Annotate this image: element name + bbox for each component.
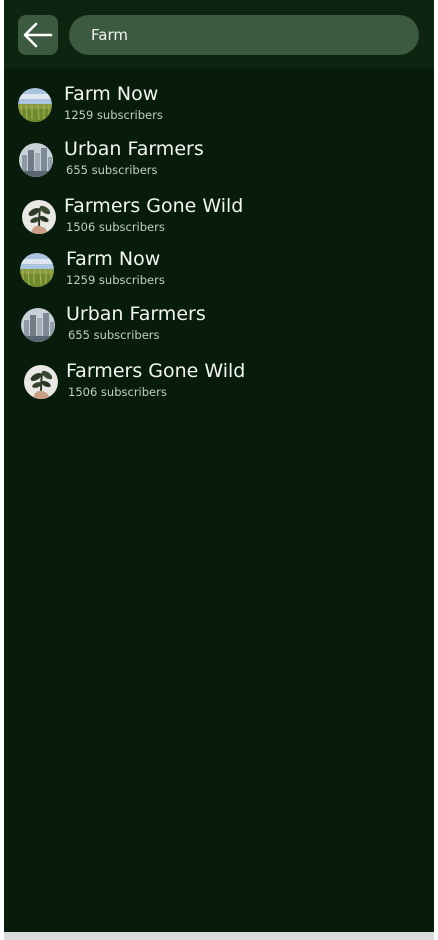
subscriber-count: 1259 subscribers xyxy=(64,108,163,122)
list-item[interactable]: Farmers Gone Wild 1506 subscribers xyxy=(22,194,402,240)
subscriber-count: 1259 subscribers xyxy=(66,273,165,287)
subscriber-count: 1506 subscribers xyxy=(68,385,167,399)
result-name: Farm Now xyxy=(66,248,161,270)
search-bar[interactable] xyxy=(69,15,419,55)
avatar xyxy=(19,143,53,177)
back-button[interactable] xyxy=(18,15,58,55)
subscriber-count: 655 subscribers xyxy=(66,163,158,177)
result-name: Farmers Gone Wild xyxy=(66,360,246,382)
city-skyline-image xyxy=(21,308,55,342)
avatar xyxy=(20,253,54,287)
result-name: Urban Farmers xyxy=(64,138,204,160)
city-skyline-image xyxy=(19,143,53,177)
avatar xyxy=(24,365,58,399)
list-item[interactable]: Farm Now 1259 subscribers xyxy=(18,82,398,128)
plant-in-hand-image xyxy=(24,365,58,399)
list-item[interactable]: Urban Farmers 655 subscribers xyxy=(19,137,399,183)
list-item[interactable]: Urban Farmers 655 subscribers xyxy=(21,302,401,348)
subscriber-count: 1506 subscribers xyxy=(66,220,165,234)
avatar xyxy=(21,308,55,342)
result-name: Farm Now xyxy=(64,83,159,105)
bottom-edge xyxy=(4,932,434,940)
search-input[interactable] xyxy=(91,15,401,55)
subscriber-count: 655 subscribers xyxy=(68,328,160,342)
result-name: Farmers Gone Wild xyxy=(64,195,244,217)
avatar xyxy=(18,88,52,122)
list-item[interactable]: Farm Now 1259 subscribers xyxy=(20,247,400,293)
avatar xyxy=(22,200,56,234)
app-screen: Farm Now 1259 subscribers Urban Farmers … xyxy=(4,0,434,932)
plant-in-hand-image xyxy=(22,200,56,234)
wheat-field-image xyxy=(18,88,52,122)
arrow-left-icon xyxy=(23,22,53,48)
result-name: Urban Farmers xyxy=(66,303,206,325)
wheat-field-image xyxy=(20,253,54,287)
search-header xyxy=(4,0,434,68)
list-item[interactable]: Farmers Gone Wild 1506 subscribers xyxy=(24,359,404,405)
